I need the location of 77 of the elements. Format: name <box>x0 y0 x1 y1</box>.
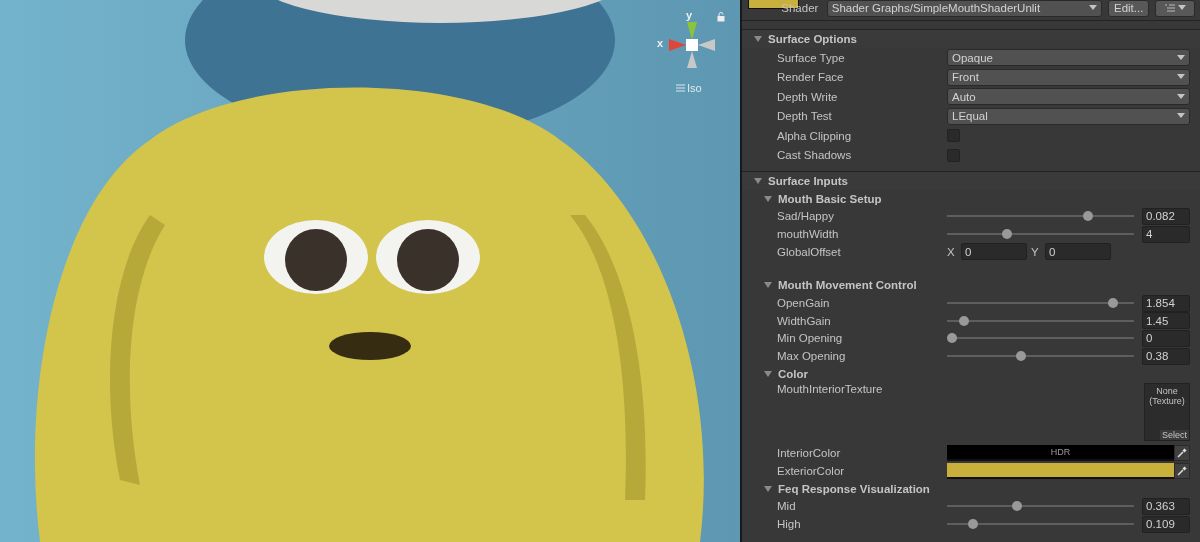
number-field[interactable]: 1.854 <box>1142 294 1190 312</box>
axis-gizmo-icon[interactable] <box>667 20 717 70</box>
foldout-triangle-icon[interactable] <box>764 194 772 203</box>
eyedropper-icon[interactable] <box>1174 463 1190 480</box>
edit-button[interactable]: Edit... <box>1107 0 1150 17</box>
number-field[interactable]: 0 <box>1045 243 1111 261</box>
slider-thumb[interactable] <box>1001 229 1012 240</box>
number-field[interactable]: 0.38 <box>1142 347 1190 365</box>
property-label: ExteriorColor <box>777 465 846 478</box>
list-icon <box>1164 4 1175 12</box>
texture-slot[interactable]: None (Texture) Select <box>1144 382 1190 441</box>
slider-thumb[interactable] <box>947 333 957 344</box>
foldout-triangle-icon[interactable] <box>754 177 762 185</box>
axis-label: x <box>657 37 664 49</box>
foldout-triangle-icon[interactable] <box>764 369 772 378</box>
property-label: Max Opening <box>777 350 847 363</box>
group-title[interactable]: Feq Response Visualization <box>778 482 930 495</box>
property-label: Mid <box>777 500 797 513</box>
group-title[interactable]: Color <box>778 367 809 380</box>
color-field[interactable]: HDR <box>947 445 1174 462</box>
caret-icon <box>1177 74 1185 81</box>
property-label: GlobalOffset <box>777 245 842 258</box>
property-label: Depth Write <box>777 90 839 103</box>
dropdown[interactable]: LEqual <box>947 107 1190 125</box>
shader-label: Shader <box>781 2 820 14</box>
foldout-triangle-icon[interactable] <box>754 35 762 43</box>
dropdown[interactable]: Opaque <box>947 49 1190 67</box>
menu-button[interactable] <box>1155 0 1195 17</box>
property-label: Min Opening <box>777 332 844 345</box>
number-field[interactable]: 0.082 <box>1142 207 1190 225</box>
property-label: High <box>777 518 802 531</box>
property-label: OpenGain <box>777 297 831 310</box>
group-title[interactable]: Mouth Basic Setup <box>778 192 882 205</box>
lock-icon[interactable] <box>717 12 725 22</box>
property-label: MouthInteriorTexture <box>777 382 884 395</box>
number-field[interactable]: 0.363 <box>1142 497 1190 515</box>
property-label: InteriorColor <box>777 447 842 460</box>
property-label: Sad/Happy <box>777 210 835 223</box>
number-field[interactable]: 0 <box>1142 329 1190 347</box>
property-label: Alpha Clipping <box>777 129 853 142</box>
axis-label: Y <box>1031 245 1040 258</box>
property-label: Surface Type <box>777 51 846 64</box>
section-title[interactable]: Surface Options <box>768 33 857 45</box>
slider-thumb[interactable] <box>1016 351 1026 362</box>
menu-icon <box>676 84 685 92</box>
axis-label: X <box>947 245 956 258</box>
slider-thumb[interactable] <box>1083 211 1094 222</box>
number-field[interactable]: 4 <box>1142 225 1190 243</box>
number-field[interactable]: 1.45 <box>1142 312 1190 330</box>
property-label: mouthWidth <box>777 228 840 241</box>
eyedropper-icon[interactable] <box>1174 445 1190 462</box>
property-label: Depth Test <box>777 110 833 123</box>
property-label: WidthGain <box>777 314 832 327</box>
caret-icon <box>1177 93 1185 100</box>
slider-thumb[interactable] <box>1108 298 1119 309</box>
dropdown[interactable]: Auto <box>947 88 1190 106</box>
select-button[interactable]: Select <box>1160 429 1189 440</box>
foldout-triangle-icon[interactable] <box>764 281 772 290</box>
color-field[interactable] <box>947 463 1174 480</box>
dropdown[interactable]: Front <box>947 68 1190 86</box>
caret-icon <box>1177 113 1185 120</box>
caret-icon <box>1177 5 1186 11</box>
axis-label: y <box>686 9 693 21</box>
slider-thumb[interactable] <box>959 315 970 326</box>
caret-icon <box>1088 5 1097 11</box>
section-title[interactable]: Surface Inputs <box>768 175 848 187</box>
slider-thumb[interactable] <box>968 519 979 530</box>
property-label: Cast Shadows <box>777 149 853 162</box>
group-title[interactable]: Mouth Movement Control <box>778 279 917 292</box>
number-field[interactable]: 0 <box>961 243 1027 261</box>
caret-icon <box>1177 54 1185 61</box>
shader-dropdown[interactable]: Shader Graphs/SimpleMouthShaderUnlit <box>826 0 1102 17</box>
foldout-triangle-icon[interactable] <box>764 484 772 493</box>
texture-name: None (Texture) <box>1148 384 1186 406</box>
number-field[interactable]: 0.109 <box>1142 515 1190 533</box>
property-label: Render Face <box>777 71 845 84</box>
slider-thumb[interactable] <box>1012 501 1023 512</box>
